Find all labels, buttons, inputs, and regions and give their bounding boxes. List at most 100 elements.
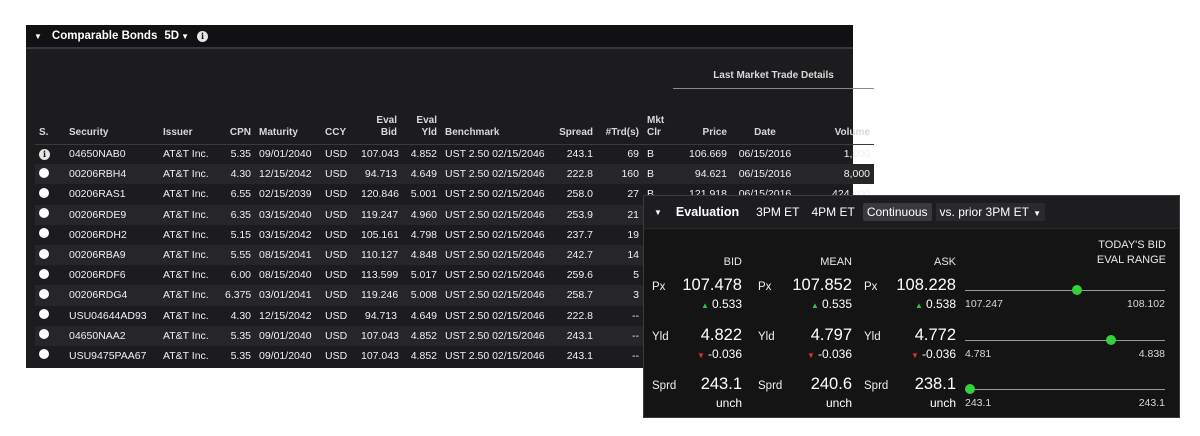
col-header-price[interactable]: Price bbox=[673, 88, 731, 145]
range-marker bbox=[1106, 335, 1116, 345]
row-label-yld: Yld bbox=[652, 331, 669, 343]
row-label-px: Px bbox=[652, 281, 666, 293]
cell-spread: 222.8 bbox=[566, 168, 593, 181]
col-header-spread[interactable]: Spread bbox=[553, 88, 597, 145]
collapse-triangle-icon[interactable]: ▼ bbox=[34, 32, 42, 41]
col-header-volume[interactable]: Volume bbox=[799, 88, 874, 145]
row-selector-cell[interactable] bbox=[35, 326, 65, 346]
radio-button-icon[interactable] bbox=[39, 329, 49, 340]
cell-issuer[interactable]: AT&T Inc. bbox=[159, 306, 221, 326]
col-header-benchmark[interactable]: Benchmark bbox=[441, 88, 553, 145]
radio-button-icon[interactable] bbox=[39, 248, 49, 259]
col-header-eval-yld[interactable]: Eval Yld bbox=[401, 88, 441, 145]
cell-price: 106.669 bbox=[689, 148, 727, 161]
info-icon[interactable]: i bbox=[39, 148, 50, 160]
collapse-triangle-icon[interactable]: ▼ bbox=[654, 208, 662, 217]
comparison-value: vs. prior 3PM ET bbox=[939, 205, 1029, 219]
radio-button-icon[interactable] bbox=[39, 309, 49, 320]
cell-volume: 1,000 bbox=[843, 148, 870, 161]
cell-issuer[interactable]: AT&T Inc. bbox=[159, 164, 221, 184]
cell-security[interactable]: USU9475PAA67 bbox=[65, 346, 159, 366]
col-header-maturity[interactable]: Maturity bbox=[255, 88, 321, 145]
cell-cpn: 6.35 bbox=[230, 208, 251, 221]
cell-issuer[interactable]: AT&T Inc. bbox=[159, 265, 221, 285]
col-header-s[interactable]: S. bbox=[35, 88, 65, 145]
radio-button-icon[interactable] bbox=[39, 268, 49, 279]
cell-trd: 160 bbox=[621, 168, 639, 181]
cell-issuer[interactable]: AT&T Inc. bbox=[159, 184, 221, 204]
chevron-down-icon: ▼ bbox=[1030, 209, 1042, 218]
tab-3pm-et[interactable]: 3PM ET bbox=[752, 203, 803, 221]
range-marker bbox=[1072, 285, 1082, 295]
row-selector-cell[interactable] bbox=[35, 225, 65, 245]
row-selector-cell[interactable] bbox=[35, 164, 65, 184]
cell-ccy: USD bbox=[325, 289, 348, 302]
tab-continuous[interactable]: Continuous bbox=[862, 203, 932, 221]
radio-button-icon[interactable] bbox=[39, 208, 49, 219]
cell-security[interactable]: 00206RAS1 bbox=[65, 184, 159, 204]
col-header-issuer[interactable]: Issuer bbox=[159, 88, 221, 145]
col-header-trds[interactable]: #Trd(s) bbox=[597, 88, 643, 145]
range-low-value: 107.247 bbox=[965, 298, 1003, 310]
row-selector-cell[interactable] bbox=[35, 306, 65, 326]
cell-issuer[interactable]: AT&T Inc. bbox=[159, 225, 221, 245]
chevron-down-icon: ▼ bbox=[181, 32, 189, 41]
cell-spread: 237.7 bbox=[566, 228, 593, 241]
cell-spread: 243.1 bbox=[566, 349, 593, 362]
radio-button-icon[interactable] bbox=[39, 228, 49, 239]
info-icon[interactable]: i bbox=[196, 30, 208, 42]
cell-issuer[interactable]: AT&T Inc. bbox=[159, 326, 221, 346]
row-selector-cell[interactable]: i bbox=[35, 144, 65, 164]
radio-button-icon[interactable] bbox=[39, 349, 49, 360]
bid-sprd-change: unch bbox=[674, 396, 742, 410]
cell-security[interactable]: 00206RDE9 bbox=[65, 205, 159, 225]
cell-security: 04650NAB0 bbox=[69, 148, 126, 161]
row-selector-cell[interactable] bbox=[35, 245, 65, 265]
tab-4pm-et[interactable]: 4PM ET bbox=[807, 203, 858, 221]
cell-security[interactable]: USU04644AD93 bbox=[65, 306, 159, 326]
cell-cpn: 6.375 bbox=[225, 289, 252, 302]
col-header-cpn[interactable]: CPN bbox=[221, 88, 255, 145]
cell-security[interactable]: 00206RDF6 bbox=[65, 265, 159, 285]
col-header-security[interactable]: Security bbox=[65, 88, 159, 145]
cell-security[interactable]: 00206RBH4 bbox=[65, 164, 159, 184]
ask-yld-change: ▼ -0.036 bbox=[884, 347, 956, 361]
cell-spread: 222.8 bbox=[566, 309, 593, 322]
radio-button-icon[interactable] bbox=[39, 167, 49, 178]
period-dropdown[interactable]: 5D ▼ bbox=[164, 30, 189, 42]
cell-mkt-clr: B bbox=[647, 148, 655, 161]
ask-yld-value: 4.772 bbox=[914, 326, 956, 344]
radio-button-icon[interactable] bbox=[39, 288, 49, 299]
col-header-eval-bid[interactable]: Eval Bid bbox=[357, 88, 401, 145]
table-row[interactable]: i 04650NAB0 AT&T Inc. 5.35 09/01/2040 USD 107.… bbox=[35, 144, 874, 164]
radio-button-icon[interactable] bbox=[39, 187, 49, 198]
cell-security[interactable]: 04650NAA2 bbox=[65, 326, 159, 346]
cell-maturity: 08/15/2041 bbox=[259, 249, 312, 262]
change-text: unch bbox=[825, 396, 852, 410]
cell-issuer[interactable]: AT&T Inc. bbox=[159, 285, 221, 305]
cell-benchmark: UST 2.50 02/15/2046 bbox=[445, 309, 545, 322]
row-selector-cell[interactable] bbox=[35, 184, 65, 204]
row-selector-cell[interactable] bbox=[35, 205, 65, 225]
cell-security[interactable]: 00206RDG4 bbox=[65, 285, 159, 305]
cell-issuer[interactable]: AT&T Inc. bbox=[159, 245, 221, 265]
col-header-mkt-clr[interactable]: Mkt Clr bbox=[643, 88, 673, 145]
row-label-px: Px bbox=[864, 281, 878, 293]
cell-issuer[interactable]: AT&T Inc. bbox=[159, 205, 221, 225]
row-selector-cell[interactable] bbox=[35, 346, 65, 366]
col-header-date[interactable]: Date bbox=[731, 88, 799, 145]
bid-yld-change: ▼ -0.036 bbox=[674, 347, 742, 361]
cell-benchmark: UST 2.50 02/15/2046 bbox=[445, 349, 545, 362]
cell-eval-yld: 4.798 bbox=[410, 228, 437, 241]
cell-security[interactable]: 00206RDH2 bbox=[65, 225, 159, 245]
col-header-ccy[interactable]: CCY bbox=[321, 88, 357, 145]
cell-maturity: 09/01/2040 bbox=[259, 349, 312, 362]
row-selector-cell[interactable] bbox=[35, 285, 65, 305]
comparable-bonds-header: ▼ Comparable Bonds 5D ▼ i bbox=[26, 25, 853, 49]
row-selector-cell[interactable] bbox=[35, 265, 65, 285]
cell-security[interactable]: 00206RBA9 bbox=[65, 245, 159, 265]
table-row[interactable]: 00206RBH4 AT&T Inc. 4.30 12/15/2042 USD 94.71… bbox=[35, 164, 874, 185]
comparison-dropdown[interactable]: vs. prior 3PM ET ▼ bbox=[935, 203, 1046, 221]
cell-ccy: USD bbox=[325, 168, 348, 181]
cell-issuer[interactable]: AT&T Inc. bbox=[159, 346, 221, 366]
